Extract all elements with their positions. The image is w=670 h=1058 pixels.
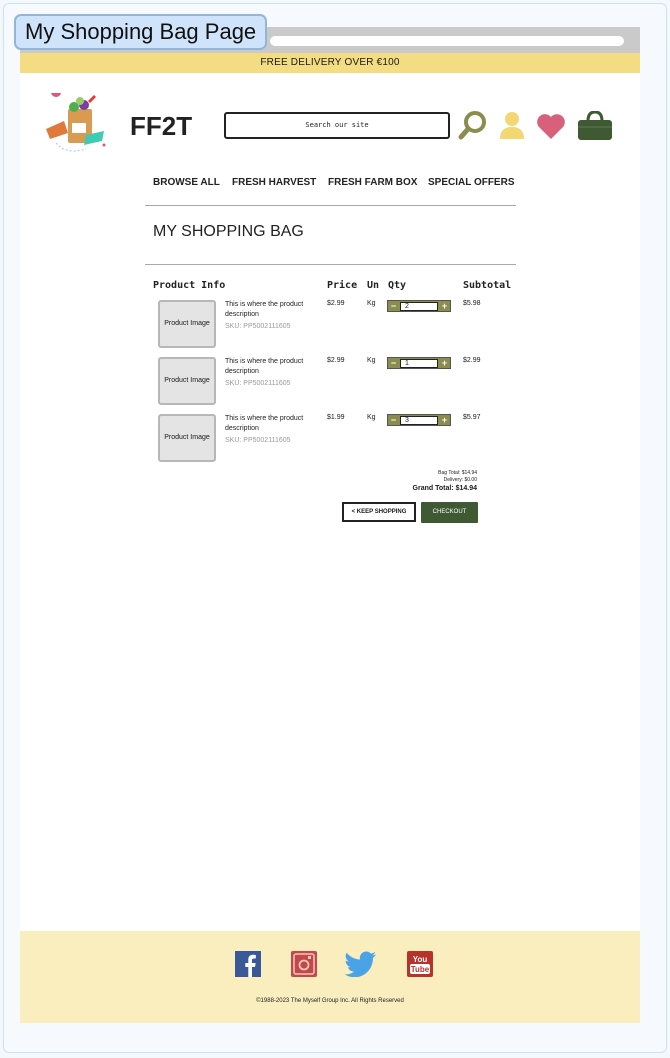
quantity-stepper: − 3 + bbox=[387, 414, 451, 426]
instagram-icon[interactable] bbox=[291, 951, 317, 977]
quantity-input[interactable]: 2 bbox=[400, 302, 438, 311]
product-price: $1.99 bbox=[327, 414, 345, 421]
table-row: Product Image This is where the product … bbox=[20, 414, 640, 464]
header-subtotal: Subtotal bbox=[463, 280, 512, 291]
nav-fresh-farm-box[interactable]: FRESH FARM BOX bbox=[328, 177, 417, 188]
header-price: Price bbox=[327, 280, 358, 291]
product-image[interactable]: Product Image bbox=[158, 414, 216, 462]
bag-icon[interactable] bbox=[577, 111, 613, 141]
svg-text:Tube: Tube bbox=[411, 965, 430, 974]
heart-icon[interactable] bbox=[536, 112, 566, 140]
product-sku: SKU: PP5002111605 bbox=[225, 380, 291, 387]
footer: You Tube ©1988-2023 The Myself Group Inc… bbox=[20, 931, 640, 1023]
twitter-icon[interactable] bbox=[345, 951, 377, 977]
header-product-info: Product Info bbox=[153, 280, 226, 291]
product-description: This is where the product description bbox=[225, 301, 304, 318]
product-unit: Kg bbox=[367, 414, 376, 421]
facebook-icon[interactable] bbox=[235, 951, 261, 977]
product-description: This is where the product description bbox=[225, 415, 304, 432]
nav-fresh-harvest[interactable]: FRESH HARVEST bbox=[232, 177, 316, 188]
product-subtotal: $2.99 bbox=[463, 357, 481, 364]
quantity-stepper: − 1 + bbox=[387, 357, 451, 369]
increase-qty-button[interactable]: + bbox=[440, 302, 449, 311]
product-unit: Kg bbox=[367, 357, 376, 364]
order-totals: Bag Total: $14.94 Delivery: $0.00 Grand … bbox=[360, 470, 477, 494]
youtube-icon[interactable]: You Tube bbox=[407, 951, 433, 977]
product-image[interactable]: Product Image bbox=[158, 300, 216, 348]
product-subtotal: $5.97 bbox=[463, 414, 481, 421]
table-row: Product Image This is where the product … bbox=[20, 357, 640, 407]
increase-qty-button[interactable]: + bbox=[440, 416, 449, 425]
svg-text:You: You bbox=[413, 955, 428, 964]
grand-total: Grand Total: $14.94 bbox=[412, 485, 477, 492]
table-row: Product Image This is where the product … bbox=[20, 300, 640, 350]
decrease-qty-button[interactable]: − bbox=[389, 416, 398, 425]
product-price: $2.99 bbox=[327, 357, 345, 364]
divider bbox=[145, 264, 516, 265]
product-image[interactable]: Product Image bbox=[158, 357, 216, 405]
increase-qty-button[interactable]: + bbox=[440, 359, 449, 368]
search-icon[interactable] bbox=[458, 110, 488, 140]
checkout-button[interactable]: CHECKOUT bbox=[421, 502, 478, 523]
nav-special-offers[interactable]: SPECIAL OFFERS bbox=[428, 177, 515, 188]
keep-shopping-button[interactable]: < KEEP SHOPPING bbox=[342, 502, 416, 522]
nav-browse-all[interactable]: BROWSE ALL bbox=[153, 177, 220, 188]
quantity-stepper: − 2 + bbox=[387, 300, 451, 312]
site: FREE DELIVERY OVER €100 FF2T Search our … bbox=[20, 53, 640, 1023]
logo-icon[interactable] bbox=[42, 93, 118, 157]
copyright-text: ©1988-2023 The Myself Group Inc. All Rig… bbox=[256, 998, 404, 1004]
product-sku: SKU: PP5002111605 bbox=[225, 437, 291, 444]
product-sku: SKU: PP5002111605 bbox=[225, 323, 291, 330]
search-input[interactable]: Search our site bbox=[224, 112, 450, 139]
delivery-total: Delivery: $0.00 bbox=[443, 477, 477, 483]
decrease-qty-button[interactable]: − bbox=[389, 302, 398, 311]
promo-banner: FREE DELIVERY OVER €100 bbox=[20, 53, 640, 73]
page-title: MY SHOPPING BAG bbox=[153, 223, 304, 240]
product-unit: Kg bbox=[367, 300, 376, 307]
header-unit: Un bbox=[367, 280, 380, 291]
product-subtotal: $5.98 bbox=[463, 300, 481, 307]
main-nav: BROWSE ALL FRESH HARVEST FRESH FARM BOX … bbox=[145, 171, 516, 206]
product-description: This is where the product description bbox=[225, 358, 304, 375]
user-icon[interactable] bbox=[498, 111, 526, 139]
quantity-input[interactable]: 1 bbox=[400, 359, 438, 368]
screen-label: My Shopping Bag Page bbox=[14, 14, 268, 50]
brand-name[interactable]: FF2T bbox=[130, 111, 192, 142]
product-price: $2.99 bbox=[327, 300, 345, 307]
decrease-qty-button[interactable]: − bbox=[389, 359, 398, 368]
bag-total: Bag Total: $14.94 bbox=[438, 470, 477, 476]
header-qty: Qty bbox=[388, 280, 407, 291]
quantity-input[interactable]: 3 bbox=[400, 416, 438, 425]
address-bar[interactable] bbox=[270, 36, 624, 46]
